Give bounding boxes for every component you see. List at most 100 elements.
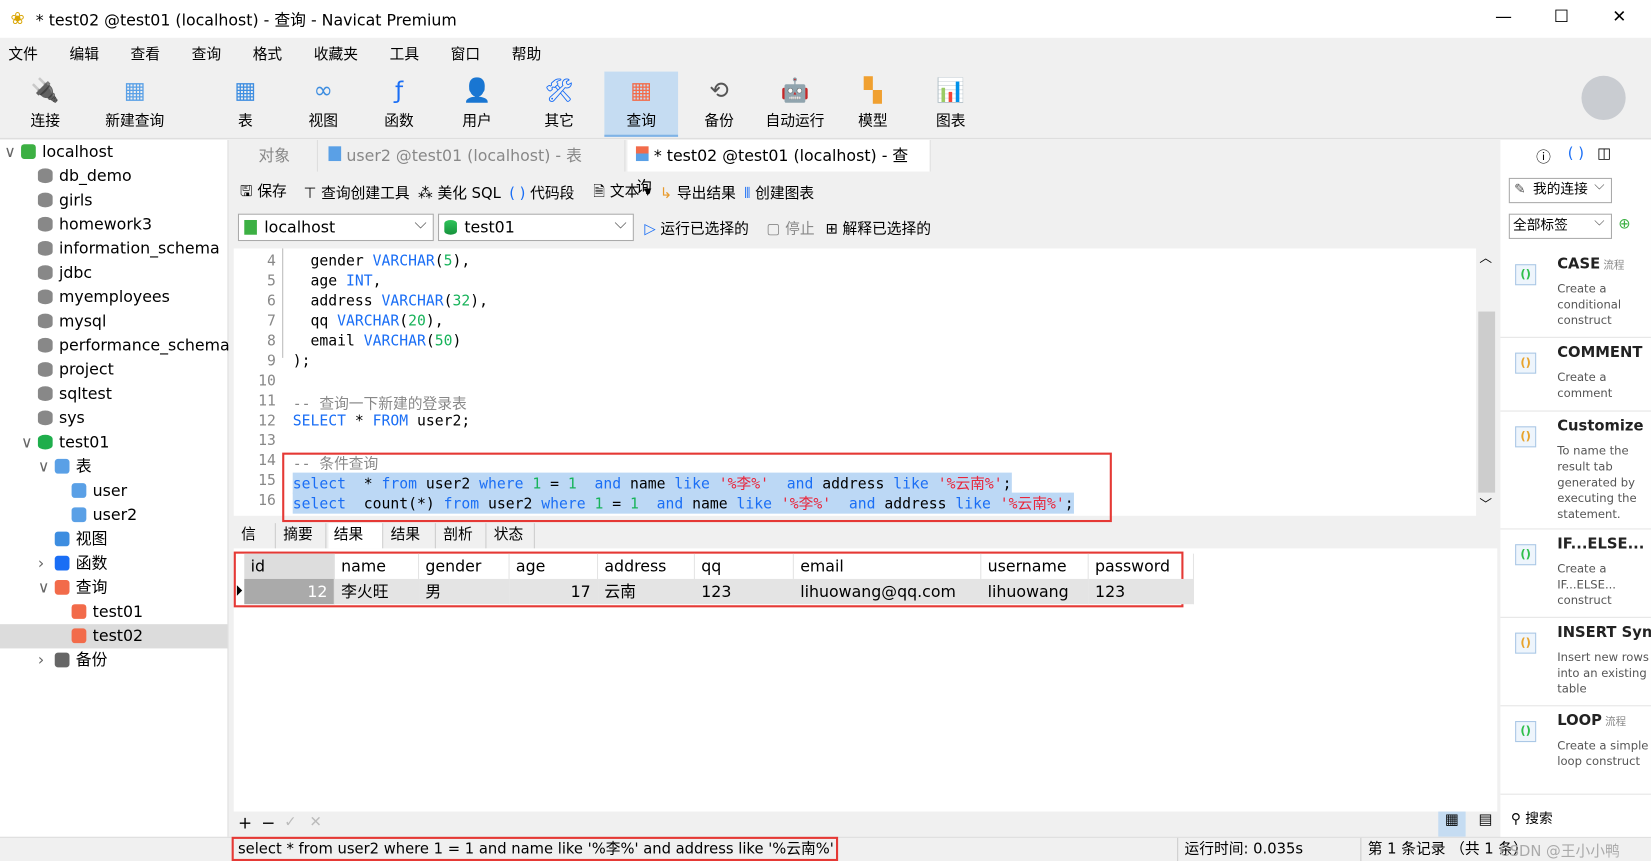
column-header-age[interactable]: age xyxy=(510,553,599,579)
tree-item[interactable]: information_schema xyxy=(37,237,220,261)
tree-item[interactable]: project xyxy=(37,358,114,382)
expand-toggle-icon[interactable]: › xyxy=(38,648,44,672)
toolbar-robot-button[interactable]: 🤖 自动运行 xyxy=(758,72,832,137)
code-snippet-icon[interactable]: ( ) xyxy=(1568,145,1584,162)
tree-item[interactable]: › 函数 xyxy=(38,552,108,576)
run-selected-button[interactable]: ▷ 运行已选择的 xyxy=(644,218,748,239)
toolbar-tools-button[interactable]: 🛠 其它 xyxy=(522,72,596,137)
result-tab-2[interactable]: 结果 1 xyxy=(328,523,384,566)
avatar[interactable] xyxy=(1581,75,1626,120)
add-row-button[interactable]: + xyxy=(238,813,252,833)
close-button[interactable]: ✕ xyxy=(1604,6,1636,26)
tree-item[interactable]: homework3 xyxy=(37,213,152,237)
menu-item-7[interactable]: 窗口 xyxy=(451,43,480,64)
editor-scrollbar[interactable]: ︿ ﹀ xyxy=(1476,248,1498,516)
result-tab-4[interactable]: 剖析 xyxy=(438,523,487,549)
toolbar-new-query-button[interactable]: ▦ 新建查询 xyxy=(91,72,179,137)
menu-item-6[interactable]: 工具 xyxy=(390,43,419,64)
connection-select[interactable]: localhost xyxy=(237,211,434,242)
column-header-qq[interactable]: qq xyxy=(695,553,794,579)
table-cell[interactable]: 男 xyxy=(419,578,510,605)
result-tab-5[interactable]: 状态 xyxy=(488,523,535,549)
toolbar-model-button[interactable]: ▚ 模型 xyxy=(836,72,910,137)
column-header-password[interactable]: password xyxy=(1089,553,1194,579)
tree-item[interactable]: 视图 xyxy=(54,527,107,551)
tree-item[interactable]: ∨ test01 xyxy=(21,431,109,455)
expand-toggle-icon[interactable]: ∨ xyxy=(38,576,50,600)
tab-objects[interactable]: 对象 xyxy=(232,139,318,172)
toolbar-connection-button[interactable]: 🔌 连接 xyxy=(8,72,82,137)
tree-item[interactable]: test02 xyxy=(0,624,228,649)
snippet-item[interactable]: () COMMENT Create a comment xyxy=(1500,338,1651,412)
tree-item[interactable]: db_demo xyxy=(37,164,132,188)
menu-item-3[interactable]: 查询 xyxy=(192,43,221,64)
beautify-sql-button[interactable]: ⁂ 美化 SQL xyxy=(418,182,501,203)
table-cell[interactable]: lihuowang xyxy=(981,578,1089,605)
add-tag-icon[interactable]: ⊕ xyxy=(1618,216,1630,233)
tree-item[interactable]: girls xyxy=(37,188,92,212)
column-header-gender[interactable]: gender xyxy=(419,553,510,579)
grid-view-icon[interactable]: ▦ xyxy=(1438,811,1466,837)
menu-item-5[interactable]: 收藏夹 xyxy=(314,43,358,64)
tree-item[interactable]: sys xyxy=(37,406,85,430)
tree-item[interactable]: myemployees xyxy=(37,285,170,309)
snippet-item[interactable]: () LOOP 流程 Create a simple loop construct xyxy=(1500,706,1651,795)
toolbar-function-button[interactable]: ƒ 函数 xyxy=(362,72,436,137)
menu-item-1[interactable]: 编辑 xyxy=(69,43,98,64)
toolbar-chart-button[interactable]: 📊 图表 xyxy=(914,72,988,137)
menu-item-4[interactable]: 格式 xyxy=(253,43,282,64)
expand-toggle-icon[interactable]: ∨ xyxy=(21,431,33,455)
tree-item[interactable]: sqltest xyxy=(37,382,112,406)
tree-item[interactable]: test01 xyxy=(71,600,143,624)
save-button[interactable]: 🖫 保存 xyxy=(240,180,287,205)
result-tab-3[interactable]: 结果 2 xyxy=(385,523,436,566)
table-cell[interactable]: 李火旺 xyxy=(334,578,420,605)
column-header-id[interactable]: id xyxy=(244,553,335,579)
tree-item[interactable]: user2 xyxy=(71,503,137,527)
column-header-username[interactable]: username xyxy=(981,553,1089,579)
snippet-button[interactable]: ( ) 代码段 xyxy=(509,182,574,203)
table-cell[interactable]: 123 xyxy=(694,578,794,605)
table-cell[interactable]: 123 xyxy=(1088,578,1194,605)
create-chart-button[interactable]: ⫴ 创建图表 xyxy=(744,182,814,203)
menu-item-8[interactable]: 帮助 xyxy=(512,43,541,64)
toolbar-query-button[interactable]: ▦ 查询 xyxy=(604,71,679,137)
menu-item-2[interactable]: 查看 xyxy=(131,43,160,64)
stop-button[interactable]: ▢ 停止 xyxy=(767,218,815,239)
table-cell[interactable]: 12 xyxy=(244,578,335,605)
menu-item-0[interactable]: 文件 xyxy=(8,43,37,64)
tree-item[interactable]: ∨ localhost xyxy=(4,140,113,164)
layout-icon[interactable]: ◫ xyxy=(1597,145,1611,162)
tab-user2-table[interactable]: user2 @test01 (localhost) - 表 xyxy=(320,139,626,172)
tree-item[interactable]: performance_schema xyxy=(37,334,230,358)
snippet-item[interactable]: () IF...ELSE... Create a IF...ELSE... cons… xyxy=(1500,529,1651,618)
tree-item[interactable]: user xyxy=(71,479,127,503)
expand-toggle-icon[interactable]: › xyxy=(38,552,44,576)
minimize-button[interactable]: — xyxy=(1488,6,1520,26)
snippet-item[interactable]: () Customize To name the result tab genera… xyxy=(1500,412,1651,530)
tag-filter-select[interactable]: 全部标签 xyxy=(1508,211,1612,239)
column-header-name[interactable]: name xyxy=(335,553,420,579)
toolbar-table-button[interactable]: ▦ 表 xyxy=(208,72,282,137)
column-header-address[interactable]: address xyxy=(598,553,695,579)
database-select[interactable]: test01 xyxy=(438,211,634,242)
info-icon[interactable]: ⓘ xyxy=(1536,146,1551,167)
tree-item[interactable]: ∨ 查询 xyxy=(38,576,108,600)
tree-item[interactable]: ∨ 表 xyxy=(38,455,92,479)
toolbar-view-button[interactable]: ∞ 视图 xyxy=(286,72,360,137)
snippet-search[interactable]: ⚲ 搜索 xyxy=(1511,807,1553,828)
discard-button[interactable]: ✕ xyxy=(310,814,322,831)
table-cell[interactable]: 17 xyxy=(509,578,599,605)
delete-row-button[interactable]: − xyxy=(261,813,275,833)
table-cell[interactable]: 云南 xyxy=(598,578,695,605)
column-header-email[interactable]: email xyxy=(794,553,982,579)
tab-test02-query[interactable]: * test02 @test01 (localhost) - 查询 xyxy=(627,139,931,197)
tree-item[interactable]: › 备份 xyxy=(38,648,108,672)
explain-selected-button[interactable]: ⊞ 解释已选择的 xyxy=(825,218,930,239)
sql-editor[interactable]: gender VARCHAR(5), age INT, address VARC… xyxy=(233,248,1477,523)
maximize-button[interactable]: ☐ xyxy=(1546,6,1578,26)
result-grid[interactable]: id name gender age address qq email username pas… xyxy=(233,548,1498,812)
scrollbar-thumb[interactable] xyxy=(1478,311,1496,493)
snippet-item[interactable]: () INSERT Syntax Insert new rows into an e… xyxy=(1500,618,1651,707)
query-builder-button[interactable]: ⊤ 查询创建工具 xyxy=(304,182,410,203)
